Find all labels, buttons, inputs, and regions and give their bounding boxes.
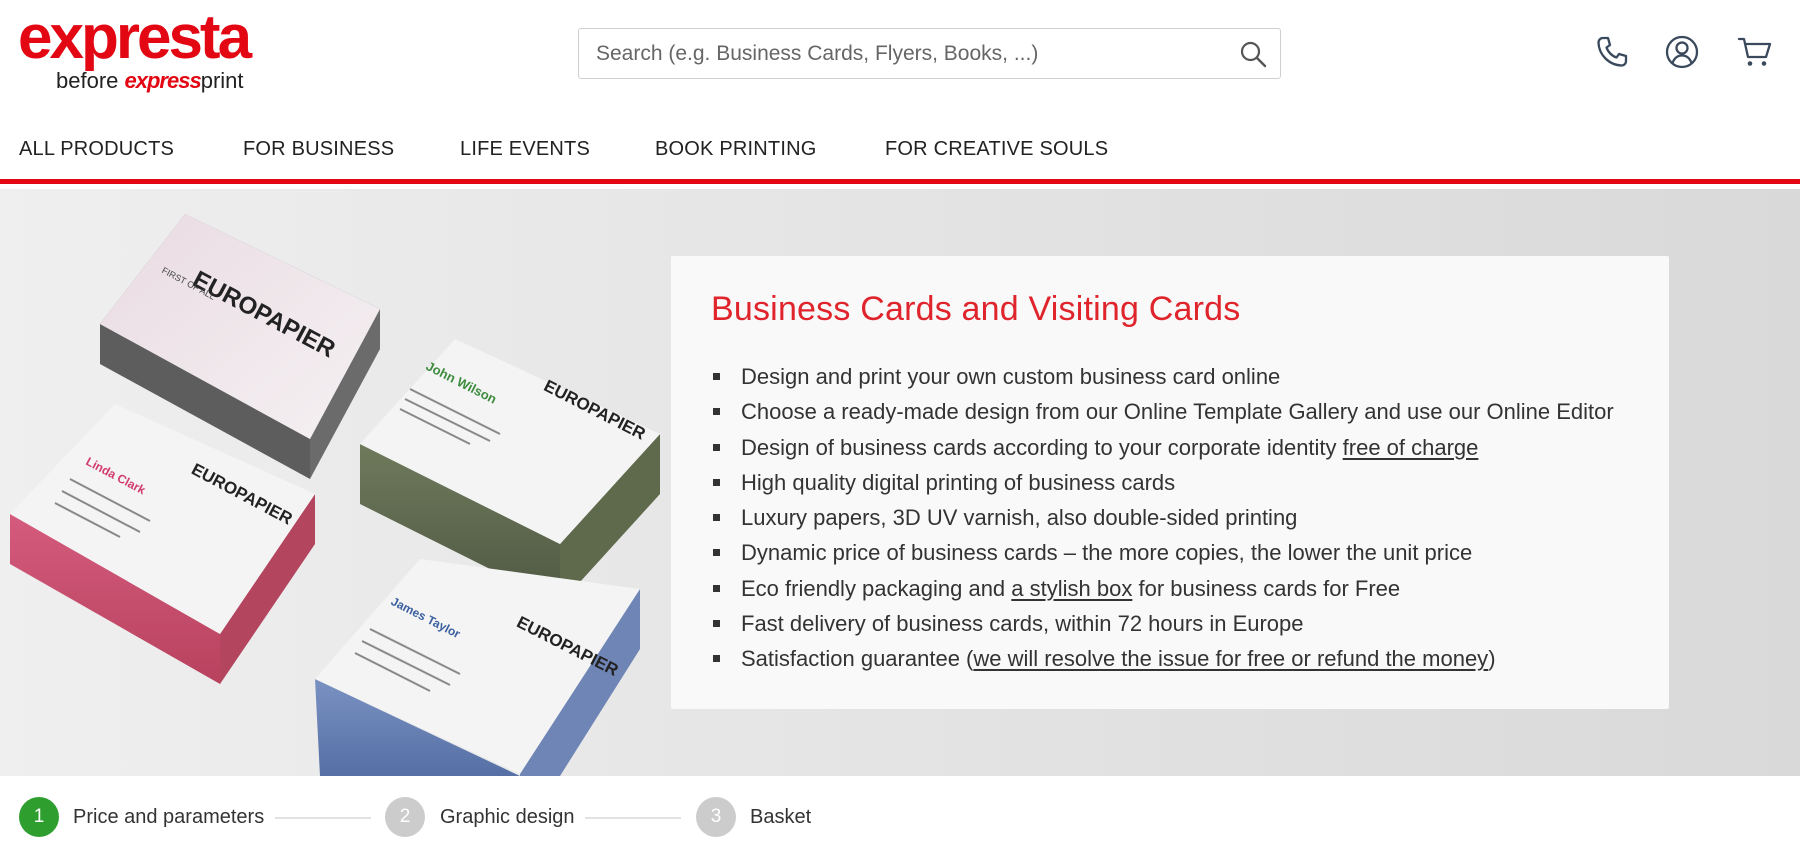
logo-before: before: [56, 68, 119, 93]
search-icon[interactable]: [1238, 39, 1268, 69]
step-1-circle[interactable]: 1: [19, 797, 59, 837]
feature-item: Design of business cards according to yo…: [711, 430, 1629, 465]
stylish-box-link[interactable]: a stylish box: [1011, 576, 1132, 601]
step-divider: [585, 817, 681, 819]
logo-wordmark: expresta: [18, 3, 252, 72]
site-header: expresta before expressprint: [0, 0, 1800, 108]
free-of-charge-link[interactable]: free of charge: [1343, 435, 1479, 460]
feature-item: Choose a ready-made design from our Onli…: [711, 394, 1629, 429]
feature-item: Luxury papers, 3D UV varnish, also doubl…: [711, 500, 1629, 535]
product-info-box: Business Cards and Visiting Cards Design…: [671, 256, 1669, 709]
business-cards-image: EUROPAPIER FIRST OF ALL John Wilson EURO…: [10, 214, 660, 776]
step-1-label[interactable]: Price and parameters: [73, 806, 264, 829]
step-divider: [275, 817, 371, 819]
search-box: [578, 28, 1281, 79]
feature-item: Eco friendly packaging and a stylish box…: [711, 571, 1629, 606]
nav-item-life-events[interactable]: LIFE EVENTS: [460, 138, 590, 161]
step-3-label[interactable]: Basket: [750, 806, 811, 829]
refund-guarantee-link[interactable]: we will resolve the issue for free or re…: [973, 646, 1488, 671]
phone-icon[interactable]: [1594, 34, 1630, 70]
logo-brand-tail: print: [200, 68, 244, 93]
nav-item-for-business[interactable]: FOR BUSINESS: [243, 138, 394, 161]
feature-item: Satisfaction guarantee (we will resolve …: [711, 641, 1629, 676]
nav-item-for-creative-souls[interactable]: FOR CREATIVE SOULS: [885, 138, 1108, 161]
feature-item: High quality digital printing of busines…: [711, 465, 1629, 500]
cart-icon[interactable]: [1737, 34, 1773, 70]
nav-item-all-products[interactable]: ALL PRODUCTS: [19, 138, 174, 161]
hero-banner: EUROPAPIER FIRST OF ALL John Wilson EURO…: [0, 189, 1800, 776]
feature-list: Design and print your own custom busines…: [711, 359, 1629, 677]
page-title: Business Cards and Visiting Cards: [711, 290, 1241, 328]
feature-item: Dynamic price of business cards – the mo…: [711, 535, 1629, 570]
search-input[interactable]: [579, 29, 1219, 78]
step-2-circle[interactable]: 2: [385, 797, 425, 837]
nav-item-book-printing[interactable]: BOOK PRINTING: [655, 138, 817, 161]
logo-brand: express: [124, 68, 202, 93]
card-stack-bottom: James Taylor EUROPAPIER: [315, 559, 640, 776]
logo-tagline: before expressprint: [56, 68, 244, 94]
order-steps: 1 Price and parameters 2 Graphic design …: [0, 776, 1800, 857]
feature-item: Fast delivery of business cards, within …: [711, 606, 1629, 641]
card-stack-right: John Wilson EUROPAPIER: [360, 339, 660, 604]
expresta-logo[interactable]: expresta before expressprint: [18, 6, 268, 96]
feature-item: Design and print your own custom busines…: [711, 359, 1629, 394]
main-nav: ALL PRODUCTS FOR BUSINESS LIFE EVENTS BO…: [0, 108, 1800, 184]
step-2-label[interactable]: Graphic design: [440, 806, 575, 829]
step-3-circle[interactable]: 3: [696, 797, 736, 837]
account-icon[interactable]: [1664, 34, 1700, 70]
